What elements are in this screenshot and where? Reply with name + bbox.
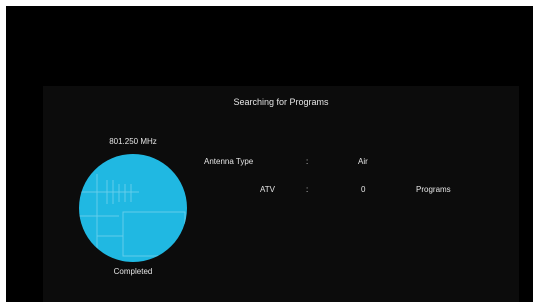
atv-count: 0 [361,185,366,194]
scan-status: Completed [113,267,153,276]
page-title: Searching for Programs [233,97,329,107]
frequency-readout: 801.250 MHz [109,137,157,146]
atv-programs-label: Programs [416,185,451,194]
atv-separator: : [306,185,309,194]
circuit-pattern-icon [79,174,186,257]
antenna-type-separator: : [306,157,309,166]
tv-screen: Searching for Programs 801.250 MHz Compl… [6,6,533,302]
antenna-type-value: Air [358,157,368,166]
search-panel: Searching for Programs 801.250 MHz Compl… [43,86,519,302]
atv-label: ATV [260,185,275,194]
antenna-type-label: Antenna Type [204,157,254,166]
scan-progress-globe-icon [79,154,187,262]
